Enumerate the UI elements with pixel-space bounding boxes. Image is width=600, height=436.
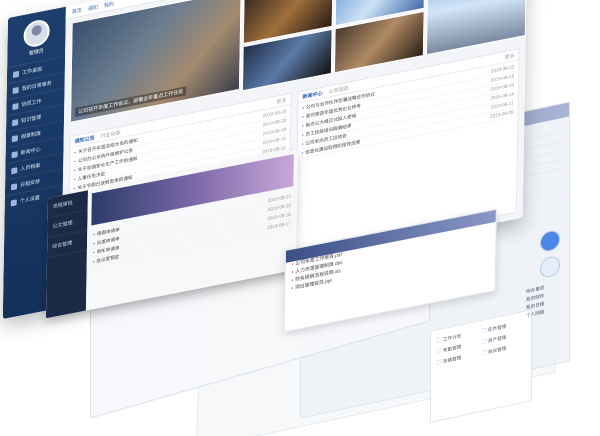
- tab-home[interactable]: 首页: [72, 6, 82, 15]
- sidebar-item-label: 知识管理: [21, 114, 42, 125]
- book-icon: [12, 118, 19, 126]
- sidebar-item-label: 规章制度: [20, 130, 41, 141]
- sidebar-nav: 工作桌面 我的日常事务 协同工作 知识管理 规章制度 新闻中心 人员档案 日程安…: [4, 55, 66, 212]
- quick-list: 待办事项 我的邮件 我的日程 个人网盘: [520, 277, 580, 322]
- sidebar-item-label: 个人设置: [19, 194, 40, 205]
- file-icon: ▪: [291, 286, 294, 292]
- quick-access: 待办事项 我的邮件 我的日程 个人网盘: [520, 219, 580, 362]
- workflow-sidebar: 流程审批 公文管理 综合管理: [45, 190, 88, 319]
- more-link[interactable]: 更多: [277, 96, 287, 105]
- clock-icon: [10, 182, 18, 190]
- more-link[interactable]: 更多: [504, 52, 514, 61]
- photo-caption: 公司召开年度工作会议，部署全年重点工作任务: [75, 86, 187, 117]
- file-icon: ▪: [291, 278, 294, 284]
- tab-notice[interactable]: 通知: [88, 3, 98, 12]
- photo-meeting[interactable]: 公司召开年度工作会议，部署全年重点工作任务: [69, 0, 242, 123]
- sidebar-item-label: 新闻中心: [20, 146, 41, 157]
- news-icon: [11, 150, 18, 158]
- todo-icon[interactable]: [540, 228, 560, 254]
- sidebar-item-label: 日程安排: [19, 178, 41, 189]
- photo-skyscraper[interactable]: [425, 0, 528, 56]
- file-icon: ▪: [291, 262, 294, 268]
- avatar[interactable]: [23, 17, 50, 49]
- sidebar-item-label: 协同工作: [21, 98, 42, 109]
- mail-icon[interactable]: [540, 254, 560, 280]
- document-icon: [11, 134, 18, 142]
- gear-icon: [10, 198, 17, 207]
- desktop-icon: [12, 70, 20, 78]
- calendar-icon: [12, 86, 19, 94]
- people-icon: [12, 102, 19, 110]
- tab-mine[interactable]: 我的: [104, 0, 114, 9]
- hero-illustration: 管理员 工作桌面 我的日常事务 协同工作 知识管理 规章制度 新闻中心 人员档案…: [0, 0, 600, 436]
- sidebar-item-label: 人员档案: [20, 162, 41, 173]
- file-icon: ▪: [291, 270, 294, 276]
- user-icon: [11, 166, 18, 174]
- sidebar-item-label: 工作桌面: [21, 66, 43, 77]
